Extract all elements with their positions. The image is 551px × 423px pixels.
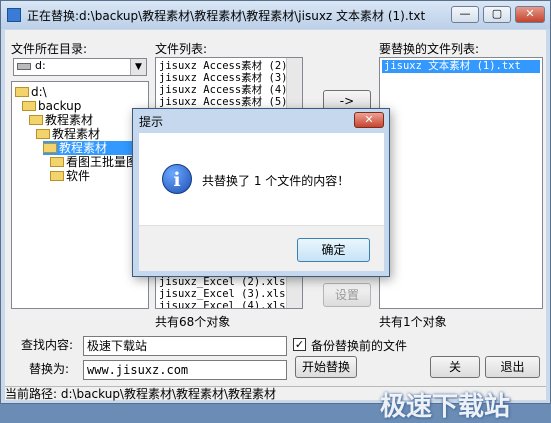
list-item[interactable]: jisuxz Access素材 (4).md: [159, 84, 302, 96]
drive-icon: [17, 63, 31, 70]
tree-item-folder[interactable]: 教程素材: [36, 127, 100, 141]
ok-button[interactable]: 确定: [297, 238, 370, 262]
list-item[interactable]: jisuxz Access素材 (3).md: [159, 72, 302, 84]
dialog-message: 共替换了 1 个文件的内容！: [202, 174, 350, 188]
tree-item-folder[interactable]: 软件: [50, 169, 90, 183]
settings-button[interactable]: 设置: [323, 283, 371, 307]
list-item[interactable]: jisuxz 文本素材 (1).txt: [382, 60, 540, 73]
drive-value: d:: [35, 59, 46, 72]
backup-label: 备份替换前的文件: [311, 339, 408, 353]
replace-label: 替换为:: [29, 362, 70, 376]
exit-button[interactable]: 退出: [485, 356, 540, 378]
tree-item-root[interactable]: d:\: [15, 85, 47, 99]
drive-select[interactable]: d: ▼: [13, 58, 147, 76]
start-replace-button[interactable]: 开始替换: [295, 356, 357, 378]
tree-item-folder[interactable]: 教程素材: [29, 113, 93, 127]
maximize-button[interactable]: ▢: [483, 6, 511, 23]
message-dialog: 提示 ✕ i 共替换了 1 个文件的内容！ 确定: [132, 108, 390, 277]
minimize-button[interactable]: —: [451, 6, 479, 23]
replace-file-list[interactable]: jisuxz 文本素材 (1).txt: [379, 57, 543, 309]
folder-icon: [36, 129, 50, 139]
file-count: 共有68个对象: [155, 315, 231, 329]
replace-input[interactable]: www.jisuxz.com: [83, 360, 287, 380]
replace-file-count: 共有1个对象: [379, 315, 447, 329]
main-window: 正在替换:d:\backup\教程素材\教程素材\教程素材\jisuxz 文本素…: [0, 0, 551, 422]
find-input[interactable]: 极速下载站: [83, 336, 287, 356]
info-icon: i: [162, 164, 192, 194]
list-item[interactable]: jisuxz_Excel (4).xls: [159, 300, 285, 308]
folder-tree[interactable]: d:\ backup 教程素材 教程素材 教程素材 看图王批量图 软件: [11, 81, 149, 309]
folder-icon: [43, 143, 57, 153]
replace-list-label: 要替换的文件列表:: [379, 42, 480, 56]
close-dialog-button[interactable]: 关: [430, 356, 480, 378]
folder-icon: [50, 171, 64, 181]
folder-icon: [15, 87, 29, 97]
tree-item-folder[interactable]: 看图王批量图: [50, 155, 138, 169]
title-bar: 正在替换:d:\backup\教程素材\教程素材\教程素材\jisuxz 文本素…: [1, 1, 550, 29]
dialog-title: 提示: [139, 115, 164, 129]
list-item[interactable]: jisuxz_Excel (2).xls: [159, 276, 285, 288]
folder-icon: [50, 157, 64, 167]
close-button[interactable]: ✕: [515, 6, 545, 23]
file-list-label: 文件列表:: [155, 42, 208, 56]
backup-checkbox[interactable]: ✓: [293, 338, 306, 351]
list-item[interactable]: jisuxz Access素材 (5).md: [159, 96, 302, 108]
watermark: 极速下载站: [380, 392, 511, 422]
folder-icon: [22, 101, 36, 111]
dialog-footer: 确定: [139, 225, 384, 271]
directory-label: 文件所在目录:: [11, 42, 88, 56]
window-title: 正在替换:d:\backup\教程素材\教程素材\教程素材\jisuxz 文本素…: [27, 9, 426, 23]
list-item[interactable]: jisuxz_Excel (3).xls: [159, 288, 285, 300]
tree-item-backup[interactable]: backup: [22, 99, 81, 113]
chevron-down-icon[interactable]: ▼: [130, 59, 146, 75]
app-icon: [7, 8, 21, 22]
dialog-close-button[interactable]: ✕: [354, 112, 384, 128]
find-label: 查找内容:: [21, 338, 74, 352]
dialog-body: i 共替换了 1 个文件的内容！ 确定: [139, 133, 384, 271]
list-item[interactable]: jisuxz Access素材 (2).md: [159, 60, 302, 72]
folder-icon: [29, 115, 43, 125]
